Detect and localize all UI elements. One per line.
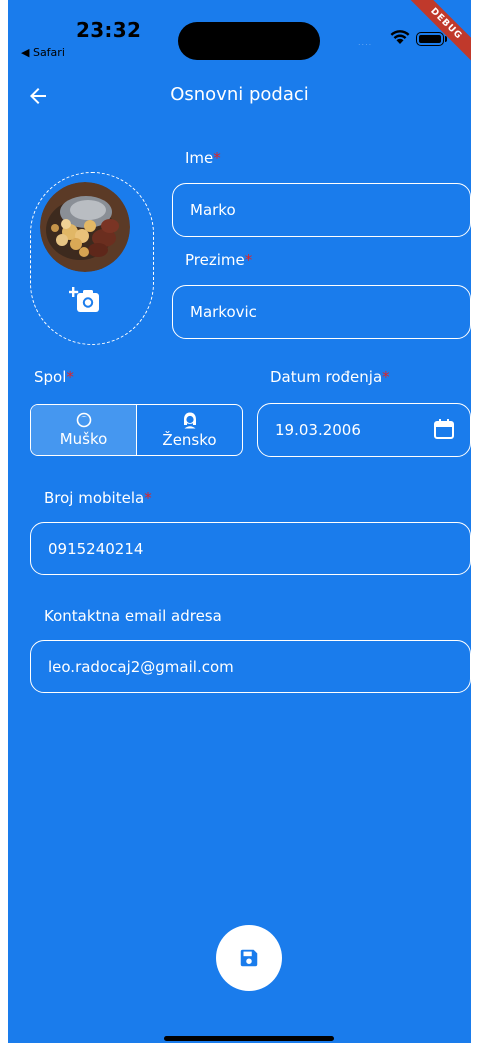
last-name-label: Prezime*	[185, 251, 252, 269]
last-name-value: Markovic	[190, 303, 257, 321]
phone-label: Broj mobitela*	[44, 489, 152, 507]
status-time: 23:32	[76, 18, 142, 42]
screen: 23:32 ◀ Safari .... DEBUG Osnovni podaci	[8, 0, 471, 1043]
gender-option-male[interactable]: Muško	[31, 405, 137, 455]
cellular-signal-icon: ....	[358, 38, 373, 47]
gender-label-text: Spol	[34, 368, 67, 386]
email-label-text: Kontaktna email adresa	[44, 607, 222, 625]
save-icon	[240, 949, 258, 967]
first-name-value: Marko	[190, 201, 236, 219]
required-mark: *	[144, 489, 152, 507]
dynamic-island	[178, 22, 320, 60]
home-indicator	[164, 1036, 334, 1041]
last-name-field[interactable]: Markovic	[172, 285, 471, 339]
required-mark: *	[244, 251, 253, 269]
gender-toggle: Muško Žensko	[30, 404, 243, 456]
wifi-icon	[390, 30, 410, 44]
gender-option-male-label: Muško	[59, 430, 108, 448]
save-button[interactable]	[216, 925, 282, 991]
calendar-icon[interactable]	[432, 417, 456, 441]
first-name-label: Ime*	[185, 149, 221, 167]
first-name-label-text: Ime	[185, 149, 214, 167]
gender-option-female[interactable]: Žensko	[137, 405, 242, 455]
birth-date-label: Datum rođenja*	[270, 368, 390, 386]
profile-photo[interactable]	[40, 182, 130, 272]
gender-label: Spol*	[34, 368, 74, 386]
last-name-label-text: Prezime	[185, 251, 245, 269]
email-value: leo.radocaj2@gmail.com	[48, 657, 234, 676]
birth-date-label-text: Datum rođenja	[270, 368, 383, 386]
phone-value: 0915240214	[48, 539, 144, 558]
required-mark: *	[382, 368, 390, 386]
birth-date-value: 19.03.2006	[275, 421, 361, 439]
phone-label-text: Broj mobitela	[44, 489, 145, 507]
battery-icon	[416, 32, 444, 46]
email-label: Kontaktna email adresa	[44, 607, 222, 625]
female-face-icon	[183, 412, 196, 429]
email-field[interactable]: leo.radocaj2@gmail.com	[30, 640, 471, 693]
first-name-field[interactable]: Marko	[172, 183, 471, 237]
birth-date-field[interactable]: 19.03.2006	[257, 403, 471, 457]
required-mark: *	[66, 368, 74, 386]
phone-field[interactable]: 0915240214	[30, 522, 471, 575]
gender-option-female-label: Žensko	[162, 431, 217, 449]
page-title: Osnovni podaci	[170, 84, 309, 105]
male-face-icon	[76, 412, 91, 428]
required-mark: *	[213, 149, 221, 167]
back-to-safari-link[interactable]: ◀ Safari	[21, 46, 65, 59]
add-photo-icon[interactable]	[69, 286, 101, 314]
